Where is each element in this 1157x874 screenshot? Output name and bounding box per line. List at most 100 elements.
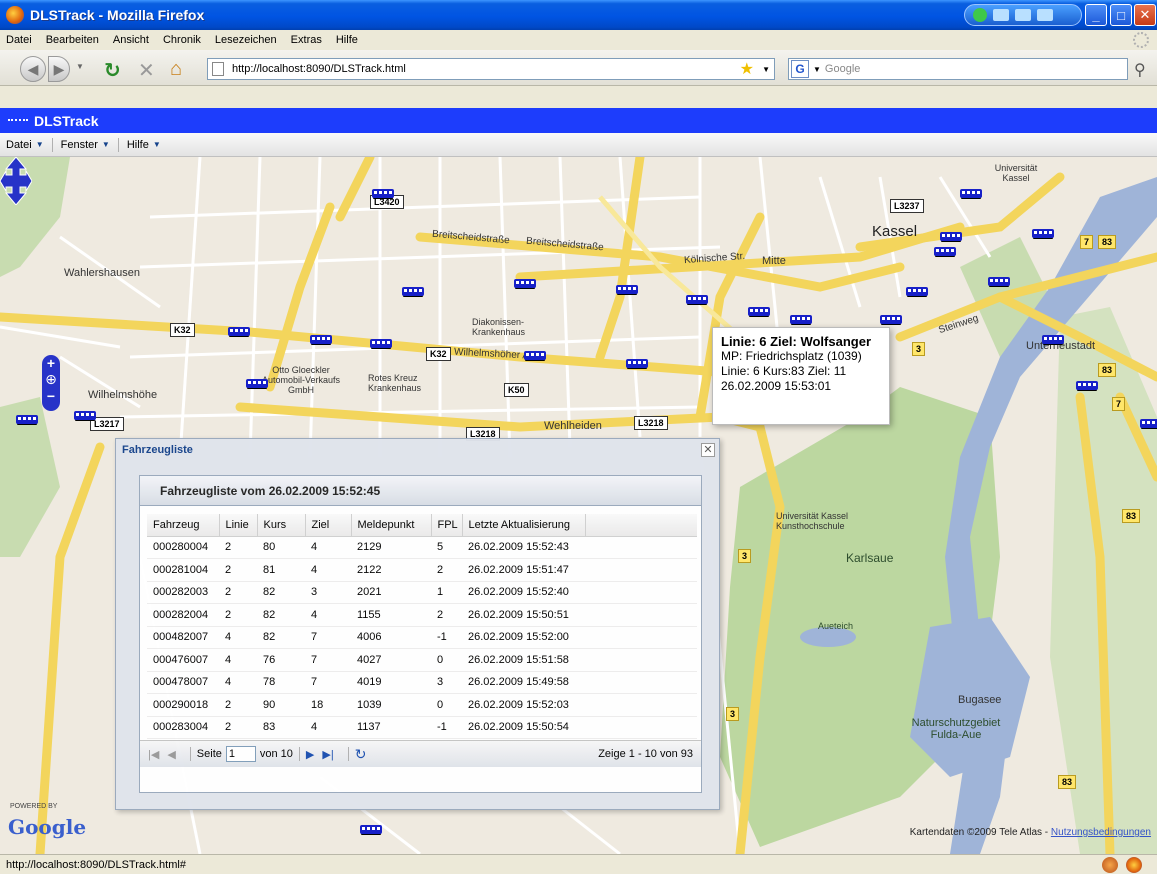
- minimize-button[interactable]: _: [1085, 4, 1107, 26]
- terms-link[interactable]: Nutzungsbedingungen: [1051, 827, 1151, 838]
- close-icon[interactable]: ✕: [701, 443, 715, 457]
- map-pan-control[interactable]: [0, 157, 32, 205]
- road-shield: 83: [1058, 775, 1077, 789]
- back-button[interactable]: ◀: [20, 56, 46, 82]
- bus-marker[interactable]: [372, 189, 394, 198]
- info-line: MP: Friedrichsplatz (1039): [721, 349, 862, 363]
- chevron-down-icon: ▼: [35, 140, 44, 149]
- table-row[interactable]: 000282003 2 82 3 2021 1 26.02.2009 15:52:40: [147, 581, 697, 604]
- menu-hilfe[interactable]: Hilfe: [336, 34, 358, 46]
- column-header-kurs[interactable]: Kurs: [257, 514, 306, 537]
- vehicle-list-window[interactable]: Fahrzeugliste ✕ Fahrzeugliste vom 26.02.…: [115, 438, 720, 810]
- table-row[interactable]: 000482007 4 82 7 4006 -1 26.02.2009 15:52:00: [147, 626, 697, 649]
- map-label-aueteich: Aueteich: [818, 621, 854, 631]
- column-header-fahrzeug[interactable]: Fahrzeug: [147, 514, 220, 537]
- zoom-in-icon[interactable]: +: [42, 355, 60, 371]
- table-row[interactable]: 000283004 2 83 4 1137 -1 26.02.2009 15:50:54: [147, 716, 697, 739]
- maximize-button[interactable]: □: [1110, 4, 1132, 26]
- bus-marker[interactable]: [524, 351, 546, 360]
- table-row[interactable]: 000281004 2 81 4 2122 2 26.02.2009 15:51:47: [147, 558, 697, 582]
- bus-marker[interactable]: [1042, 335, 1064, 344]
- browser-statusbar: http://localhost:8090/DLSTrack.html#: [0, 854, 1157, 874]
- table-cell: 26.02.2009 15:50:54: [462, 716, 585, 739]
- bus-marker[interactable]: [934, 247, 956, 256]
- table-row[interactable]: 000282004 2 82 4 1155 2 26.02.2009 15:50:51: [147, 603, 697, 627]
- menu-bearbeiten[interactable]: Bearbeiten: [46, 34, 99, 46]
- bookmark-star-icon[interactable]: ★: [740, 59, 754, 79]
- bus-marker[interactable]: [360, 825, 382, 834]
- menu-chronik[interactable]: Chronik: [163, 34, 201, 46]
- table-cell: 000290018: [147, 693, 219, 717]
- menu-ansicht[interactable]: Ansicht: [113, 34, 149, 46]
- refresh-icon[interactable]: ↻: [355, 746, 367, 763]
- next-page-icon[interactable]: ▶: [306, 748, 314, 761]
- search-input[interactable]: Google: [825, 63, 860, 75]
- bus-marker[interactable]: [880, 315, 902, 324]
- bus-marker[interactable]: [988, 277, 1010, 286]
- search-bar[interactable]: G ▼ Google: [788, 58, 1128, 80]
- first-page-icon[interactable]: |◀: [148, 748, 159, 761]
- map-canvas[interactable]: Wahlershausen Wilhelmshöhe Kassel Mitte …: [0, 157, 1157, 854]
- app-menu-datei[interactable]: Datei ▼: [6, 139, 44, 151]
- stop-icon[interactable]: ✕: [138, 58, 155, 83]
- addon-status-icon[interactable]: [1102, 857, 1118, 873]
- vehicle-window-header[interactable]: Fahrzeugliste ✕: [116, 439, 719, 463]
- bus-marker[interactable]: [1032, 229, 1054, 238]
- titlebar-addon-toolbar[interactable]: [964, 4, 1082, 26]
- firefox-status-icon[interactable]: [1126, 857, 1142, 873]
- search-icon[interactable]: ⚲: [1134, 60, 1146, 80]
- menu-lesezeichen[interactable]: Lesezeichen: [215, 34, 277, 46]
- url-dropdown-icon[interactable]: ▼: [762, 65, 770, 74]
- search-engine-dropdown-icon[interactable]: ▼: [813, 65, 821, 74]
- bus-marker[interactable]: [748, 307, 770, 316]
- table-cell: 2: [219, 536, 257, 559]
- close-button[interactable]: ✕: [1134, 4, 1156, 26]
- table-row[interactable]: 000476007 4 76 7 4027 0 26.02.2009 15:51:58: [147, 648, 697, 672]
- bus-marker[interactable]: [940, 232, 962, 241]
- bus-marker[interactable]: [626, 359, 648, 368]
- prev-page-icon[interactable]: ◀: [167, 748, 175, 761]
- bus-marker[interactable]: [514, 279, 536, 288]
- history-dropdown-icon[interactable]: ▼: [76, 62, 84, 71]
- table-cell: 26.02.2009 15:49:58: [462, 671, 585, 694]
- grid-body: 000280004 2 80 4 2129 5 26.02.2009 15:52:43 000…: [147, 536, 697, 762]
- bus-marker[interactable]: [1140, 419, 1157, 428]
- google-logo[interactable]: POWERED BY Google: [8, 803, 86, 839]
- column-header-letzte-aktualisierung[interactable]: Letzte Aktualisierung: [462, 514, 586, 537]
- bus-marker[interactable]: [246, 379, 268, 388]
- column-header-meldepunkt[interactable]: Meldepunkt: [351, 514, 432, 537]
- menu-datei[interactable]: Datei: [6, 34, 32, 46]
- bus-marker[interactable]: [1076, 381, 1098, 390]
- reload-icon[interactable]: ↻: [104, 58, 121, 83]
- map-zoom-control[interactable]: + ⊕ −: [42, 355, 60, 411]
- table-row[interactable]: 000290018 2 90 18 1039 0 26.02.2009 15:52:03: [147, 693, 697, 717]
- bus-marker[interactable]: [370, 339, 392, 348]
- bus-marker[interactable]: [310, 335, 332, 344]
- bus-marker[interactable]: [790, 315, 812, 324]
- home-icon[interactable]: ⌂: [170, 58, 182, 81]
- table-row[interactable]: 000280004 2 80 4 2129 5 26.02.2009 15:52:43: [147, 536, 697, 559]
- search-engine-icon[interactable]: G: [791, 60, 809, 78]
- url-bar[interactable]: http://localhost:8090/DLSTrack.html ★ ▼: [207, 58, 775, 80]
- bus-marker[interactable]: [686, 295, 708, 304]
- table-row[interactable]: 000478007 4 78 7 4019 3 26.02.2009 15:49:58: [147, 671, 697, 694]
- page-number-input[interactable]: [225, 746, 256, 762]
- bus-marker[interactable]: [402, 287, 424, 296]
- bus-marker[interactable]: [616, 285, 638, 294]
- bus-marker[interactable]: [906, 287, 928, 296]
- column-header-ziel[interactable]: Ziel: [305, 514, 352, 537]
- column-header-fpl[interactable]: FPL: [431, 514, 463, 537]
- last-page-icon[interactable]: ▶|: [322, 748, 333, 761]
- globe-icon[interactable]: ⊕: [42, 371, 60, 387]
- bus-marker[interactable]: [74, 411, 96, 420]
- bus-marker[interactable]: [16, 415, 38, 424]
- column-header-linie[interactable]: Linie: [219, 514, 258, 537]
- zoom-out-icon[interactable]: −: [42, 387, 60, 405]
- bus-marker[interactable]: [960, 189, 982, 198]
- app-menu-hilfe[interactable]: Hilfe ▼: [127, 139, 161, 151]
- menu-extras[interactable]: Extras: [291, 34, 322, 46]
- app-menu-fenster[interactable]: Fenster ▼: [61, 139, 110, 151]
- forward-button[interactable]: ▶: [48, 56, 70, 82]
- bus-marker[interactable]: [228, 327, 250, 336]
- table-cell: 26.02.2009 15:52:40: [462, 581, 585, 604]
